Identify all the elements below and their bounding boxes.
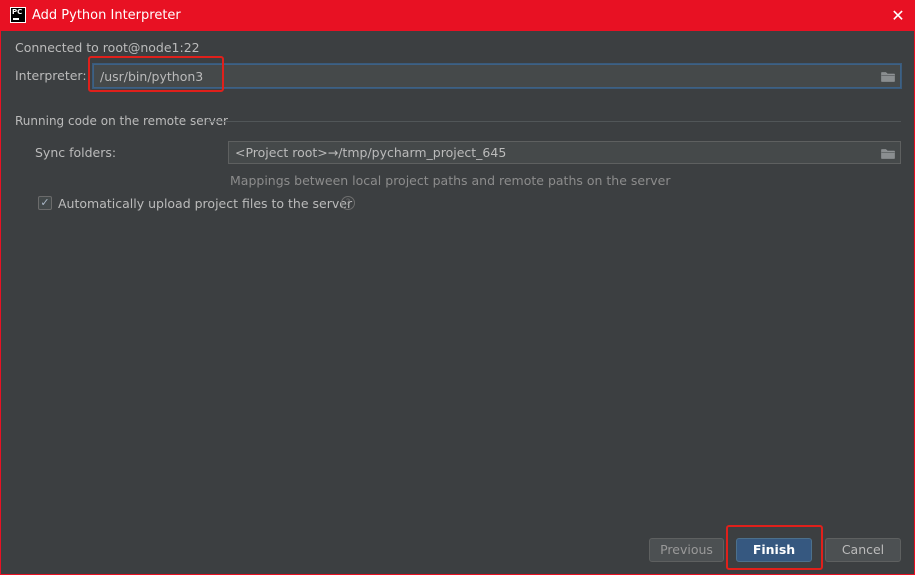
add-interpreter-dialog: PC Add Python Interpreter ✕ Connected to… [0,0,915,575]
sync-folders-hint: Mappings between local project paths and… [230,173,671,188]
folder-icon[interactable] [881,71,895,82]
pycharm-app-icon: PC [10,7,26,23]
interpreter-value: /usr/bin/python3 [100,69,204,84]
title-bar: PC Add Python Interpreter ✕ [1,1,914,31]
cancel-button[interactable]: Cancel [825,538,901,562]
interpreter-input[interactable]: /usr/bin/python3 [93,64,901,88]
help-icon[interactable]: ? [341,196,355,210]
close-icon[interactable]: ✕ [888,6,908,26]
section-divider [206,121,901,122]
previous-button[interactable]: Previous [649,538,724,562]
remote-section-title: Running code on the remote server [15,114,228,128]
sync-folders-label: Sync folders: [35,145,117,160]
auto-upload-label: Automatically upload project files to th… [58,196,353,211]
auto-upload-checkbox[interactable]: ✓ [38,196,52,210]
sync-folders-input[interactable]: <Project root>→/tmp/pycharm_project_645 [228,141,901,164]
connection-status: Connected to root@node1:22 [15,40,200,55]
dialog-title: Add Python Interpreter [32,8,181,23]
sync-folders-value: <Project root>→/tmp/pycharm_project_645 [235,145,507,160]
app-icon-text: PC [12,8,23,16]
folder-icon[interactable] [881,148,895,159]
interpreter-label: Interpreter: [15,68,87,83]
finish-button[interactable]: Finish [736,538,812,562]
